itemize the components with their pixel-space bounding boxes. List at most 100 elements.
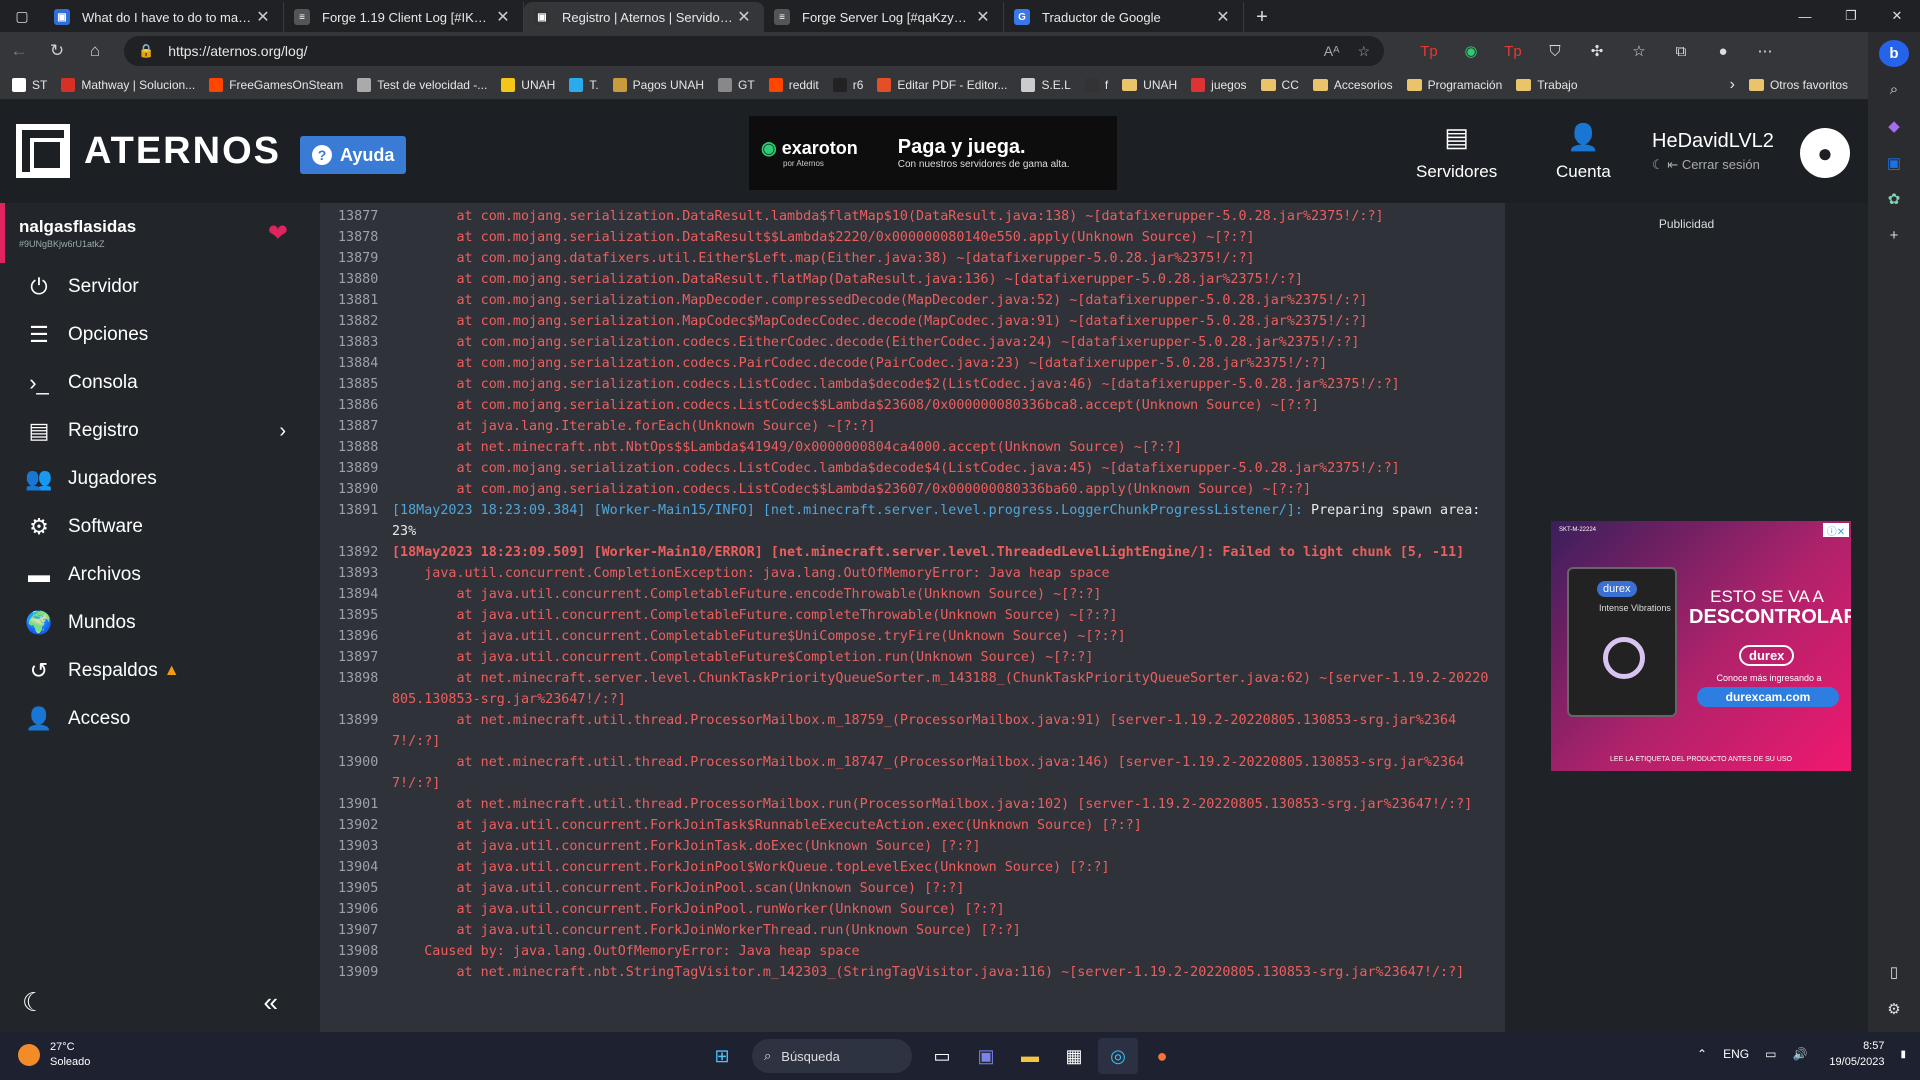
volume-icon[interactable]: 🔊 bbox=[1792, 1047, 1807, 1061]
aternos-logo[interactable]: ATERNOS bbox=[16, 124, 281, 178]
back-icon[interactable]: ← bbox=[0, 34, 38, 68]
weather-widget[interactable]: 27°C Soleado bbox=[18, 1040, 90, 1070]
bookmark-item[interactable]: S.E.L bbox=[1021, 77, 1071, 92]
heart-icon[interactable]: ❤ bbox=[268, 219, 288, 248]
add-icon[interactable]: + bbox=[1879, 223, 1909, 250]
notification-icon[interactable]: ▮ bbox=[1900, 1049, 1906, 1060]
restore-icon[interactable]: ❐ bbox=[1828, 0, 1874, 32]
sidebar-item-software[interactable]: ⚙ Software bbox=[0, 503, 300, 551]
extension-tp-icon[interactable]: Tp bbox=[1408, 43, 1450, 60]
tab-close-icon[interactable]: ✕ bbox=[493, 7, 513, 27]
tab-close-icon[interactable]: ✕ bbox=[973, 7, 993, 27]
profile-icon[interactable]: ● bbox=[1702, 43, 1744, 60]
sidebar-item-mundos[interactable]: 🌍 Mundos bbox=[0, 599, 300, 647]
other-favorites[interactable]: Otros favoritos bbox=[1748, 78, 1848, 92]
search-icon[interactable]: ⌕ bbox=[1879, 77, 1909, 104]
store-icon[interactable]: ▦ bbox=[1054, 1038, 1094, 1074]
teams-icon[interactable]: ▣ bbox=[966, 1038, 1006, 1074]
bookmark-item[interactable]: UNAH bbox=[1122, 78, 1177, 92]
dark-mode-icon[interactable]: ☾ bbox=[22, 987, 45, 1018]
outlook-icon[interactable]: ▣ bbox=[1879, 150, 1909, 177]
browser-tab[interactable]: ▣ What do I have to do to make M ✕ bbox=[44, 2, 284, 32]
bookmark-item[interactable]: CC bbox=[1260, 78, 1299, 92]
file-explorer-icon[interactable]: ▬ bbox=[1010, 1038, 1050, 1074]
read-aloud-icon[interactable]: Aᴬ bbox=[1324, 43, 1340, 59]
collections-icon[interactable]: ⧉ bbox=[1660, 43, 1702, 60]
url-bar[interactable]: 🔒 https://aternos.org/log/ Aᴬ ☆ bbox=[124, 36, 1384, 66]
bookmark-item[interactable]: ST bbox=[12, 77, 47, 92]
extensions-icon[interactable]: ✣ bbox=[1576, 42, 1618, 60]
browser-tab[interactable]: ≡ Forge Server Log [#qaKzy7V] - m ✕ bbox=[764, 2, 1004, 32]
shield-icon[interactable]: ⛉ bbox=[1534, 43, 1576, 60]
sidebar-item-archivos[interactable]: ▬ Archivos bbox=[0, 551, 300, 599]
sidebar-toggle-icon[interactable]: ▯ bbox=[1879, 959, 1909, 986]
close-window-icon[interactable]: ✕ bbox=[1874, 0, 1920, 32]
avatar[interactable]: ● bbox=[1800, 128, 1850, 178]
new-tab-button[interactable]: + bbox=[1244, 2, 1280, 32]
bookmark-item[interactable]: Pagos UNAH bbox=[612, 77, 704, 92]
bookmark-item[interactable]: Accesorios bbox=[1312, 78, 1393, 92]
sidebar-item-acceso[interactable]: 👤 Acceso bbox=[0, 695, 300, 743]
collapse-sidebar-icon[interactable]: « bbox=[264, 987, 278, 1018]
sidebar-item-registro[interactable]: ▤ Registro › bbox=[0, 407, 300, 455]
sidebar-item-jugadores[interactable]: 👥 Jugadores bbox=[0, 455, 300, 503]
account-nav[interactable]: 👤 Cuenta bbox=[1556, 122, 1611, 182]
durex-ad[interactable]: SKT-M-22224 ⓘ✕ durex Intense Vibrations … bbox=[1551, 521, 1851, 771]
language-indicator[interactable]: ENG bbox=[1723, 1047, 1749, 1061]
refresh-icon[interactable]: ↻ bbox=[38, 34, 76, 68]
home-icon[interactable]: ⌂ bbox=[76, 34, 114, 68]
bookmark-item[interactable]: r6 bbox=[832, 77, 863, 92]
shopping-icon[interactable]: ◆ bbox=[1879, 113, 1909, 140]
settings-icon[interactable]: ⚙ bbox=[1879, 996, 1909, 1023]
sidebar-item-consola[interactable]: ›_ Consola bbox=[0, 359, 300, 407]
chatgpt-icon[interactable]: ✿ bbox=[1879, 186, 1909, 213]
bookmark-item[interactable]: Test de velocidad -... bbox=[357, 77, 487, 92]
servers-nav[interactable]: ▤ Servidores bbox=[1416, 122, 1497, 182]
bookmark-item[interactable]: UNAH bbox=[501, 77, 555, 92]
browser-tab[interactable]: ≡ Forge 1.19 Client Log [#IKbkO0S ✕ bbox=[284, 2, 524, 32]
browser-tab[interactable]: ▣ Registro | Aternos | Servidor de M ✕ bbox=[524, 2, 764, 32]
task-view-icon[interactable]: ▭ bbox=[922, 1038, 962, 1074]
bookmark-item[interactable]: Editar PDF - Editor... bbox=[877, 77, 1007, 92]
tab-close-icon[interactable]: ✕ bbox=[1213, 7, 1233, 27]
bookmark-item[interactable]: f bbox=[1084, 77, 1108, 92]
chevron-right-icon[interactable]: › bbox=[1730, 76, 1735, 94]
browser-tab[interactable]: G Traductor de Google ✕ bbox=[1004, 2, 1244, 32]
help-button[interactable]: ? Ayuda bbox=[300, 136, 407, 174]
log-viewer[interactable]: 13877 at com.mojang.serialization.DataRe… bbox=[320, 203, 1505, 1032]
edge-icon[interactable]: ◎ bbox=[1098, 1038, 1138, 1074]
bookmark-item[interactable]: T. bbox=[569, 77, 599, 92]
sidebar-item-servidor[interactable]: ⏻ Servidor bbox=[0, 263, 300, 311]
ad-choices-icon[interactable]: ⓘ✕ bbox=[1823, 523, 1849, 538]
bookmark-item[interactable]: Trabajo bbox=[1516, 78, 1578, 92]
bookmark-item[interactable]: juegos bbox=[1191, 77, 1247, 92]
tab-actions-icon[interactable]: ▢ bbox=[0, 0, 44, 32]
firefox-icon[interactable]: ● bbox=[1142, 1038, 1182, 1074]
tab-close-icon[interactable]: ✕ bbox=[734, 7, 754, 27]
banner-slogan: Paga y juega. Con nuestros servidores de… bbox=[898, 136, 1070, 170]
favorite-star-icon[interactable]: ☆ bbox=[1357, 43, 1370, 60]
chevron-up-icon[interactable]: ⌃ bbox=[1697, 1047, 1707, 1061]
clock[interactable]: 8:57 19/05/2023 bbox=[1829, 1038, 1884, 1070]
more-icon[interactable]: ⋯ bbox=[1744, 42, 1786, 60]
extension-tp2-icon[interactable]: Tp bbox=[1492, 43, 1534, 60]
logout-link[interactable]: ☾ ⇤ Cerrar sesión bbox=[1652, 157, 1774, 173]
taskbar-search[interactable]: ⌕ Búsqueda bbox=[752, 1039, 912, 1073]
bookmark-item[interactable]: FreeGamesOnSteam bbox=[209, 77, 343, 92]
minimize-icon[interactable]: — bbox=[1782, 0, 1828, 32]
exaroton-banner[interactable]: ◉ exaroton por Aternos Paga y juega. Con… bbox=[749, 116, 1117, 190]
moon-icon: ☾ bbox=[1652, 157, 1664, 172]
sidebar-item-opciones[interactable]: ☰ Opciones bbox=[0, 311, 300, 359]
bing-icon[interactable]: b bbox=[1879, 40, 1909, 67]
favorites-icon[interactable]: ☆ bbox=[1618, 42, 1660, 60]
network-icon[interactable]: ▭ bbox=[1765, 1047, 1776, 1061]
sidebar-item-respaldos[interactable]: ↺ Respaldos ▲ bbox=[0, 647, 300, 695]
start-icon[interactable]: ⊞ bbox=[702, 1038, 742, 1074]
tab-favicon-icon: ≡ bbox=[774, 9, 790, 25]
extension-green-icon[interactable]: ◉ bbox=[1450, 42, 1492, 60]
bookmark-item[interactable]: Mathway | Solucion... bbox=[61, 77, 195, 92]
bookmark-item[interactable]: reddit bbox=[768, 77, 819, 92]
bookmark-item[interactable]: Programación bbox=[1406, 78, 1502, 92]
tab-close-icon[interactable]: ✕ bbox=[253, 7, 273, 27]
bookmark-item[interactable]: GT bbox=[718, 77, 755, 92]
